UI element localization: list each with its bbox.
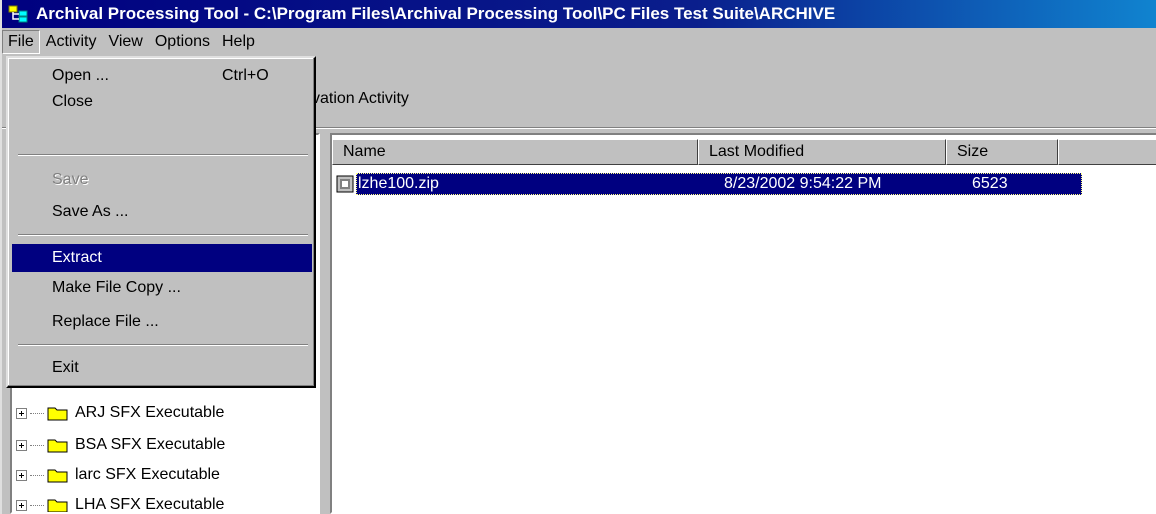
menu-item-save: Save — [12, 166, 312, 194]
menu-item-label: Make File Copy ... — [52, 279, 181, 296]
tree-expander-icon[interactable] — [16, 407, 27, 419]
menu-item-exit[interactable]: Exit — [12, 354, 312, 382]
window-title: Archival Processing Tool - C:\Program Fi… — [36, 4, 836, 23]
column-header-filler — [1058, 139, 1156, 165]
tree-item-arj[interactable]: ARJ SFX Executable — [16, 401, 224, 425]
menu-separator — [18, 154, 308, 156]
menu-item-label: Extract — [52, 249, 102, 266]
menu-separator — [18, 344, 308, 346]
tree-item-label: larc SFX Executable — [75, 466, 220, 483]
table-row[interactable]: lzhe100.zip 8/23/2002 9:54:22 PM 6523 — [336, 173, 1082, 195]
folder-icon — [47, 407, 68, 421]
tree-item-bsa[interactable]: BSA SFX Executable — [16, 433, 225, 457]
tree-expander-icon[interactable] — [16, 499, 27, 511]
menu-options[interactable]: Options — [149, 30, 216, 54]
menu-help[interactable]: Help — [216, 30, 261, 54]
menu-item-make-file-copy[interactable]: Make File Copy ... — [12, 274, 312, 302]
folder-icon — [47, 469, 68, 483]
app-window: Archival Processing Tool - C:\Program Fi… — [0, 0, 1156, 514]
menu-item-close[interactable]: Close — [12, 88, 312, 116]
menu-item-label: Save As ... — [52, 203, 129, 220]
tree-item-lha[interactable]: LHA SFX Executable — [16, 493, 225, 513]
menu-view[interactable]: View — [102, 30, 148, 54]
tree-item-label: LHA SFX Executable — [75, 496, 225, 513]
menu-item-label: Close — [52, 93, 93, 110]
menu-item-label: Open ... — [52, 67, 109, 84]
menu-item-open[interactable]: Open ... Ctrl+O — [12, 62, 312, 90]
file-icon — [336, 175, 354, 193]
menu-activity[interactable]: Activity — [40, 30, 103, 54]
menu-item-label: Save — [52, 171, 89, 188]
menu-item-extract[interactable]: Extract — [12, 244, 312, 272]
menu-item-label: Replace File ... — [52, 313, 159, 330]
tree-item-label: ARJ SFX Executable — [75, 404, 225, 421]
menu-item-save-as[interactable]: Save As ... — [12, 198, 312, 226]
tree-expander-icon[interactable] — [16, 469, 27, 481]
folder-icon — [47, 499, 68, 512]
cell-name: lzhe100.zip — [358, 175, 439, 192]
column-header-size[interactable]: Size — [946, 139, 1058, 165]
app-icon — [8, 5, 28, 23]
folder-icon — [47, 439, 68, 453]
cell-last-modified: 8/23/2002 9:54:22 PM — [724, 175, 882, 192]
menu-item-replace-file[interactable]: Replace File ... — [12, 308, 312, 336]
tree-item-larc[interactable]: larc SFX Executable — [16, 463, 220, 487]
column-header-name[interactable]: Name — [332, 139, 698, 165]
menu-item-shortcut: Ctrl+O — [222, 67, 269, 84]
column-header-last-modified[interactable]: Last Modified — [698, 139, 946, 165]
cell-size: 6523 — [972, 175, 1008, 192]
menu-bar: File Activity View Options Help — [2, 28, 1156, 56]
title-bar[interactable]: Archival Processing Tool - C:\Program Fi… — [2, 0, 1156, 28]
toolbar-activity-label[interactable]: vation Activity — [312, 90, 409, 108]
selected-row-highlight[interactable]: lzhe100.zip 8/23/2002 9:54:22 PM 6523 — [356, 173, 1082, 195]
menu-item-label: Exit — [52, 359, 79, 376]
list-header: Name Last Modified Size — [332, 139, 1156, 165]
file-list[interactable]: Name Last Modified Size lzhe100.zip 8/23… — [330, 133, 1156, 514]
menu-file[interactable]: File — [2, 30, 40, 54]
menu-separator — [18, 234, 308, 236]
file-menu-dropdown: Open ... Ctrl+O Close Save Save As ... E… — [6, 56, 316, 388]
tree-item-label: BSA SFX Executable — [75, 436, 226, 453]
tree-expander-icon[interactable] — [16, 439, 27, 451]
